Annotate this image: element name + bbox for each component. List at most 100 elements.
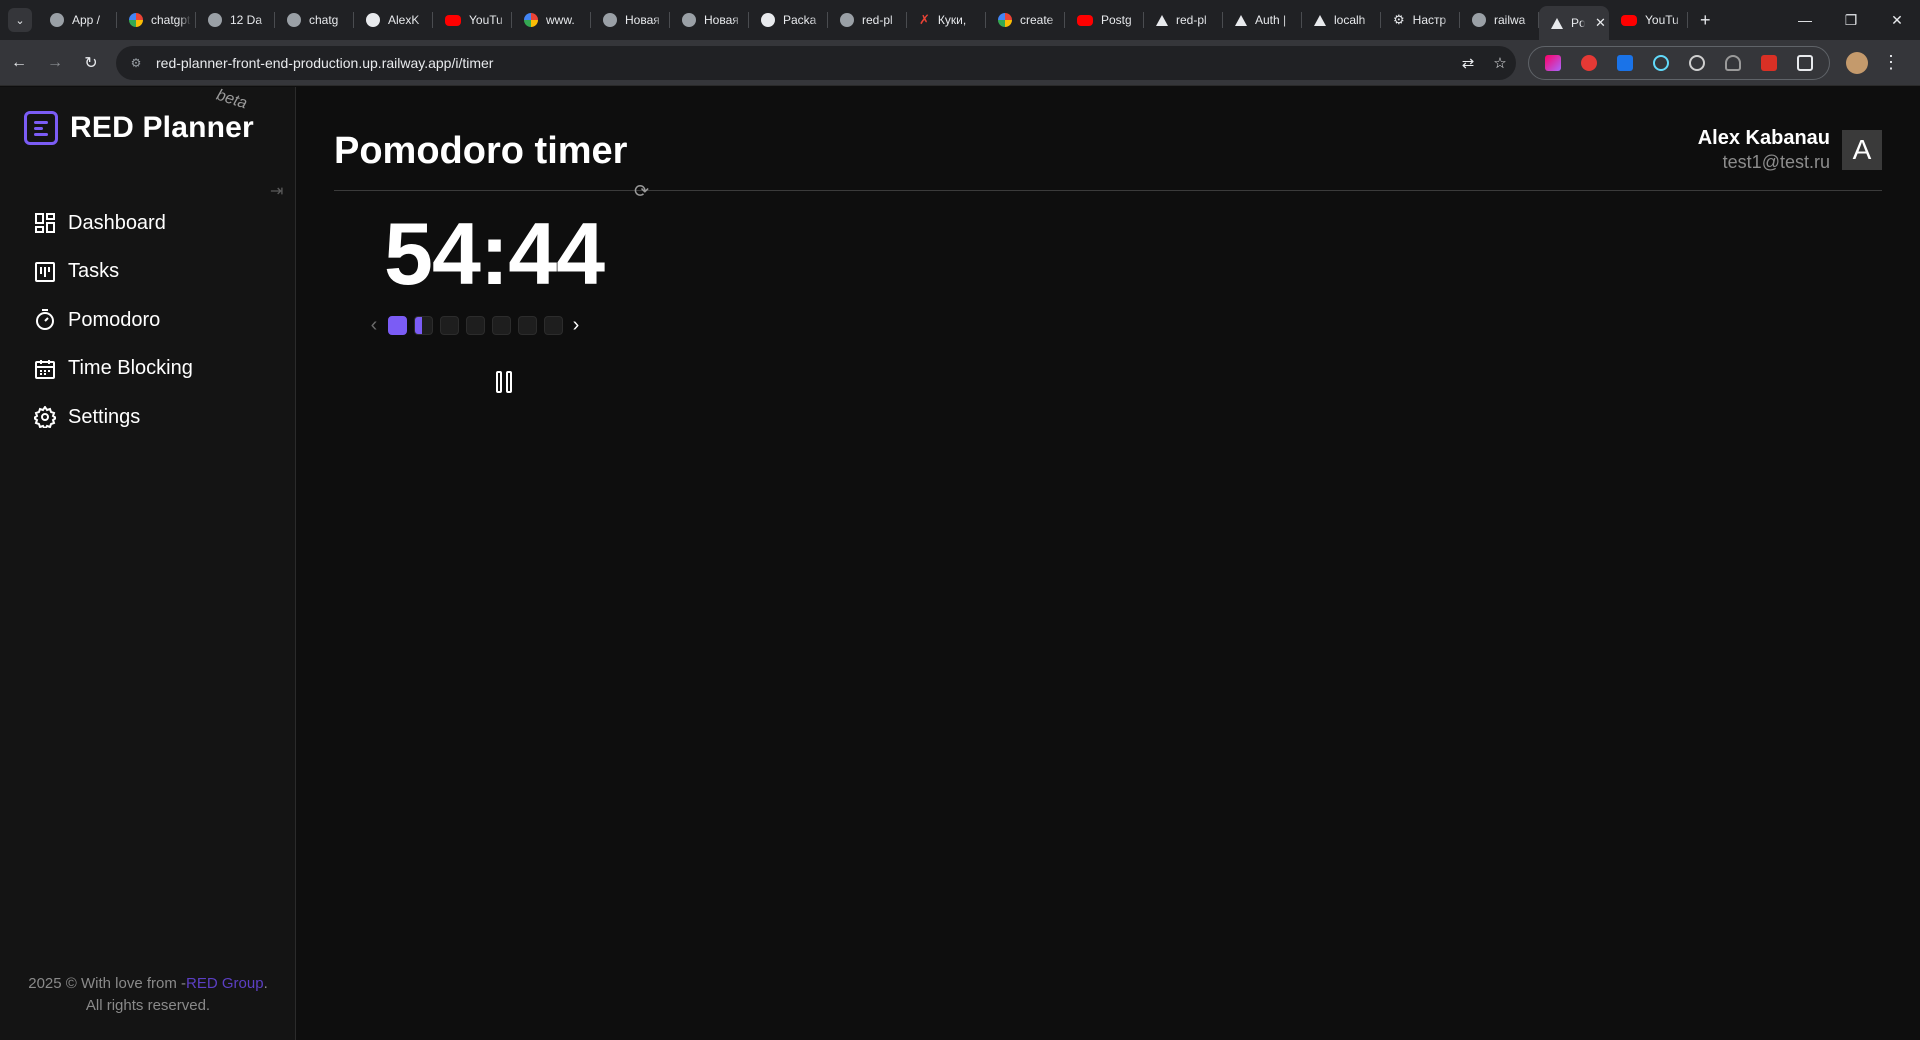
previous-round-icon[interactable]: ‹ xyxy=(364,314,384,336)
globe-icon xyxy=(287,13,301,27)
extensions-puzzle-icon[interactable] xyxy=(1787,48,1823,78)
browser-tab[interactable]: ⚙ Настр xyxy=(1381,0,1460,40)
pause-button[interactable] xyxy=(484,365,524,399)
browser-tab[interactable]: Новая xyxy=(591,0,670,40)
close-tab-icon[interactable]: ✕ xyxy=(1595,15,1606,31)
github-icon xyxy=(761,13,775,27)
browser-tab[interactable]: 12 Da xyxy=(196,0,275,40)
translate-icon[interactable]: ⇄ xyxy=(1452,54,1484,72)
sidebar-item-tasks[interactable]: Tasks xyxy=(34,248,193,297)
back-icon[interactable]: ← xyxy=(2,46,36,80)
sidebar-item-pomodoro[interactable]: Pomodoro xyxy=(34,296,193,345)
tab-title: railwa xyxy=(1494,13,1526,27)
tab-title: chatg xyxy=(309,13,339,27)
youtube-icon xyxy=(1077,14,1093,26)
reload-icon[interactable]: ↻ xyxy=(74,46,108,80)
triangle-icon xyxy=(1314,14,1326,26)
browser-tab[interactable]: YouTu xyxy=(1609,0,1688,40)
sidebar-nav: Dashboard Tasks Pomodoro Time Blocking S… xyxy=(34,199,193,442)
globe-icon xyxy=(1472,13,1486,27)
chrome-icon xyxy=(682,13,696,27)
tab-title: Po xyxy=(1571,16,1585,30)
sidebar-footer: 2025 © With love from -RED Group. All ri… xyxy=(0,973,296,1017)
red-icon: ✗ xyxy=(919,12,930,27)
browser-tab[interactable]: AlexK xyxy=(354,0,433,40)
tab-title: YouTu xyxy=(469,13,503,27)
browser-tab[interactable]: Auth | xyxy=(1223,0,1302,40)
bookmark-star-icon[interactable]: ☆ xyxy=(1484,54,1516,72)
close-window-icon[interactable]: ✕ xyxy=(1874,0,1920,40)
reset-timer-icon[interactable]: ⟳ xyxy=(634,181,649,202)
footer-line-2: All rights reserved. xyxy=(85,997,211,1014)
extension-react-icon[interactable] xyxy=(1643,48,1679,78)
sidebar: RED Planner beta ⇥ Dashboard Tasks Pomod… xyxy=(0,87,296,1040)
extension-cloud-icon[interactable] xyxy=(1715,48,1751,78)
browser-tab[interactable]: Packa xyxy=(749,0,828,40)
browser-tab[interactable]: Новая xyxy=(670,0,749,40)
minimize-icon[interactable]: — xyxy=(1782,0,1828,40)
user-name: Alex Kabanau xyxy=(1697,127,1830,149)
user-info: Alex Kabanau test1@test.ru xyxy=(1698,127,1830,173)
next-round-icon[interactable]: › xyxy=(566,314,586,336)
app-name: RED Planner xyxy=(70,111,254,144)
restore-icon[interactable]: ❐ xyxy=(1828,0,1874,40)
extension-target-icon[interactable] xyxy=(1679,48,1715,78)
tab-title: www. xyxy=(546,13,575,27)
browser-tab[interactable]: railwa xyxy=(1460,0,1539,40)
extension-badge-icon[interactable] xyxy=(1751,48,1787,78)
browser-menu-icon[interactable]: ⋮ xyxy=(1874,46,1908,80)
round-slot xyxy=(387,315,407,335)
globe-icon xyxy=(208,13,222,27)
tab-title: App / xyxy=(72,13,101,27)
footer-suffix: . xyxy=(263,975,268,992)
triangle-icon xyxy=(1551,17,1563,29)
browser-tab[interactable]: create xyxy=(986,0,1065,40)
sidebar-item-time-blocking[interactable]: Time Blocking xyxy=(34,345,193,394)
triangle-icon xyxy=(1156,14,1168,26)
site-info-icon[interactable]: ⚙ xyxy=(128,55,144,71)
forward-icon[interactable]: → xyxy=(38,46,72,80)
browser-tab[interactable]: YouTu xyxy=(433,0,512,40)
browser-tab[interactable]: Po ✕ xyxy=(1539,6,1609,40)
globe-icon xyxy=(50,13,64,27)
avatar[interactable]: A xyxy=(1842,130,1882,170)
sidebar-item-label: Pomodoro xyxy=(68,308,161,331)
round-slot xyxy=(543,315,563,335)
new-tab-button[interactable]: + xyxy=(1700,10,1711,31)
browser-tab[interactable]: red-pl xyxy=(828,0,907,40)
browser-tab[interactable]: Postg xyxy=(1065,0,1144,40)
collapse-sidebar-icon[interactable]: ⇥ xyxy=(270,181,283,201)
tab-title: Куки, xyxy=(937,13,967,27)
footer-link-red-group[interactable]: RED Group xyxy=(186,975,264,992)
browser-tab[interactable]: chatg xyxy=(275,0,354,40)
beta-badge: beta xyxy=(214,86,250,113)
extension-red-icon[interactable] xyxy=(1571,48,1607,78)
chrome-icon xyxy=(603,13,617,27)
sidebar-item-label: Dashboard xyxy=(68,211,166,234)
extension-gradient-icon[interactable] xyxy=(1535,48,1571,78)
sidebar-item-settings[interactable]: Settings xyxy=(34,393,193,442)
browser-tab[interactable]: chatgpt xyxy=(117,0,196,40)
pause-bar-icon xyxy=(506,371,512,393)
footer-prefix: 2025 © With love from - xyxy=(28,975,187,992)
browser-tabstrip: ⌄ App / chatgpt 12 Da chatg AlexK YouTu www. Но… xyxy=(0,0,1920,40)
browser-tab[interactable]: ✗ Куки, xyxy=(907,0,986,40)
browser-tab[interactable]: App / xyxy=(38,0,117,40)
tab-title: chatgpt xyxy=(151,13,191,27)
tab-title: Auth | xyxy=(1255,13,1287,27)
extension-translate-icon[interactable] xyxy=(1607,48,1643,78)
tab-search-button[interactable]: ⌄ xyxy=(8,8,32,32)
url-text[interactable]: red-planner-front-end-production.up.rail… xyxy=(156,55,1452,71)
user-email: test1@test.ru xyxy=(1722,152,1830,172)
user-profile: Alex Kabanau test1@test.ru A xyxy=(1698,127,1882,173)
browser-tab[interactable]: localh xyxy=(1302,0,1381,40)
extensions-area xyxy=(1528,45,1830,80)
browser-tab[interactable]: red-pl xyxy=(1144,0,1223,40)
profile-avatar[interactable] xyxy=(1840,46,1874,80)
sidebar-item-label: Settings xyxy=(68,405,141,428)
app-logo[interactable]: RED Planner xyxy=(24,111,254,145)
address-bar[interactable]: ⚙ red-planner-front-end-production.up.ra… xyxy=(116,45,1516,80)
browser-tab[interactable]: www. xyxy=(512,0,591,40)
sidebar-item-dashboard[interactable]: Dashboard xyxy=(34,199,193,248)
main-content: Pomodoro timer Alex Kabanau test1@test.r… xyxy=(334,87,1882,1040)
